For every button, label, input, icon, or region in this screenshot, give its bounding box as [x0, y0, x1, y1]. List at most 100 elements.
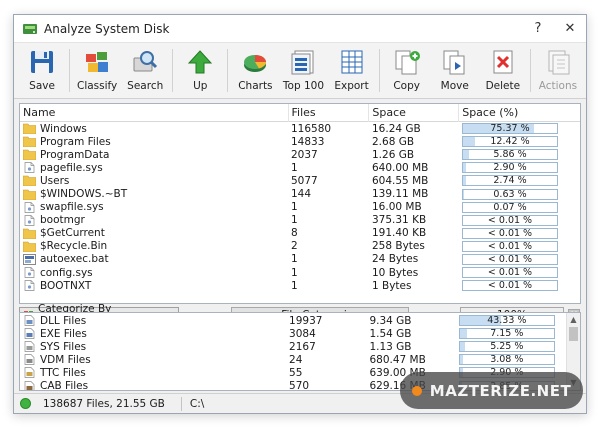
status-summary: 138687 Files, 21.55 GB — [43, 397, 165, 410]
folder-row[interactable]: Program Files 14833 2.68 GB 12.42 % — [20, 135, 580, 148]
folder-row-name: Windows — [40, 122, 87, 135]
close-button[interactable]: ✕ — [554, 15, 586, 43]
folder-row-percent-cell: < 0.01 % — [459, 227, 572, 239]
classify-button[interactable]: Classify — [73, 45, 121, 96]
column-header-name[interactable]: Name — [20, 104, 288, 122]
folder-row-percent-cell: < 0.01 % — [459, 267, 572, 279]
move-button[interactable]: Move — [431, 45, 479, 96]
folder-row-files: 1 — [291, 201, 298, 214]
folder-row-name-cell: Users — [20, 175, 288, 187]
category-row[interactable]: SYS Files 2167 1.13 GB 5.25 % — [20, 340, 568, 353]
space-percent-label: 5.25 % — [490, 341, 524, 353]
folder-row[interactable]: $Recycle.Bin 2 258 Bytes < 0.01 % — [20, 240, 580, 253]
app-disk-icon — [23, 23, 37, 34]
column-header-space-pct[interactable]: Space (%) — [458, 104, 580, 122]
space-percent-label: 2.74 % — [493, 175, 527, 187]
toolbar-separator — [172, 49, 174, 92]
top100-button[interactable]: Top 100 — [279, 45, 327, 96]
space-percent-label: 0.07 % — [493, 201, 527, 213]
category-row-name-cell: VDM Files — [20, 354, 286, 366]
folder-row[interactable]: Users 5077 604.55 MB 2.74 % — [20, 174, 580, 187]
folder-row-name: swapfile.sys — [40, 201, 104, 214]
watermark-badge: MAZTERIZE.NET — [400, 372, 583, 409]
scroll-up-icon[interactable]: ▲ — [567, 313, 580, 327]
folder-row-percent-cell: < 0.01 % — [459, 253, 572, 265]
category-row-percent-cell: 7.15 % — [456, 328, 568, 340]
floppy-disk-icon — [31, 51, 54, 73]
folder-row[interactable]: swapfile.sys 1 16.00 MB 0.07 % — [20, 201, 580, 214]
folder-list[interactable]: Name Files Space Space (%) Windows 116580… — [19, 103, 581, 304]
classify-label: Classify — [76, 80, 118, 92]
space-percent-bar: < 0.01 % — [462, 267, 558, 279]
folder-row-files: 1 — [291, 214, 298, 227]
status-separator — [180, 396, 182, 411]
up-button[interactable]: Up — [176, 45, 224, 96]
space-percent-bar: 75.37 % — [462, 123, 558, 135]
space-percent-label: 43.33 % — [487, 315, 527, 327]
folder-row[interactable]: $WINDOWS.~BT 144 139.11 MB 0.63 % — [20, 187, 580, 200]
folder-row-files: 1 — [291, 161, 298, 174]
category-row-space: 680.47 MB — [369, 353, 426, 366]
folder-row-space: 24 Bytes — [372, 253, 419, 266]
category-row-percent-cell: 3.08 % — [456, 354, 568, 366]
space-percent-label: 7.15 % — [490, 328, 524, 340]
space-percent-label: < 0.01 % — [487, 227, 533, 239]
charts-button[interactable]: Charts — [231, 45, 279, 96]
folder-row-percent-cell: < 0.01 % — [459, 280, 572, 292]
folder-row[interactable]: ProgramData 2037 1.26 GB 5.86 % — [20, 148, 580, 161]
delete-button[interactable]: Delete — [479, 45, 527, 96]
folder-list-header: Name Files Space Space (%) — [20, 104, 580, 122]
folder-row-name-cell: ProgramData — [20, 149, 288, 161]
folder-row-percent-cell: < 0.01 % — [459, 214, 572, 226]
export-button[interactable]: Export — [328, 45, 376, 96]
help-button[interactable]: ? — [522, 15, 554, 43]
analyze-window: Analyze System Disk ? ✕ Save Classify Se… — [13, 14, 587, 414]
up-arrow-icon — [188, 50, 213, 74]
folder-row-space: 375.31 KB — [372, 214, 427, 227]
copy-label: Copy — [393, 80, 420, 92]
folder-row-name-cell: $WINDOWS.~BT — [20, 188, 288, 200]
status-path: C:\ — [189, 397, 205, 410]
column-header-files[interactable]: Files — [287, 104, 369, 122]
actions-label: Actions — [538, 80, 578, 92]
watermark-text: MAZTERIZE.NET — [429, 381, 572, 400]
folder-row[interactable]: Windows 116580 16.24 GB 75.37 % — [20, 122, 580, 135]
move-label: Move — [440, 80, 469, 92]
folder-row-name: ProgramData — [40, 148, 110, 161]
category-row[interactable]: VDM Files 24 680.47 MB 3.08 % — [20, 353, 568, 366]
actions-icon — [548, 50, 570, 75]
folder-row-files: 2 — [291, 240, 298, 253]
toolbar-separator — [378, 49, 380, 92]
category-row[interactable]: EXE Files 3084 1.54 GB 7.15 % — [20, 327, 568, 340]
copy-button[interactable]: Copy — [383, 45, 431, 96]
folder-row[interactable]: config.sys 1 10 Bytes < 0.01 % — [20, 266, 580, 279]
space-percent-bar: 2.90 % — [462, 162, 558, 174]
save-button[interactable]: Save — [18, 45, 66, 96]
actions-button[interactable]: Actions — [534, 45, 582, 96]
category-row-files: 2167 — [289, 340, 316, 353]
folder-row-name: $WINDOWS.~BT — [40, 188, 128, 201]
folder-row[interactable]: pagefile.sys 1 640.00 MB 2.90 % — [20, 161, 580, 174]
category-row[interactable]: DLL Files 19937 9.34 GB 43.33 % — [20, 314, 568, 327]
charts-label: Charts — [238, 80, 273, 92]
category-row-files: 3084 — [289, 327, 316, 340]
space-percent-bar: < 0.01 % — [462, 240, 558, 252]
space-percent-label: < 0.01 % — [487, 214, 533, 226]
folder-row-files: 14833 — [291, 135, 325, 148]
folder-row-name-cell: pagefile.sys — [20, 162, 288, 174]
folder-row-space: 191.40 KB — [372, 227, 427, 240]
folder-row[interactable]: autoexec.bat 1 24 Bytes < 0.01 % — [20, 253, 580, 266]
column-header-space[interactable]: Space — [368, 104, 458, 122]
folder-row[interactable]: $GetCurrent 8 191.40 KB < 0.01 % — [20, 227, 580, 240]
space-percent-bar: 12.42 % — [462, 136, 558, 148]
scroll-thumb[interactable] — [569, 327, 578, 341]
category-row-files: 19937 — [289, 314, 323, 327]
folder-row-space: 1 Bytes — [372, 279, 412, 292]
folder-row[interactable]: BOOTNXT 1 1 Bytes < 0.01 % — [20, 279, 580, 292]
search-button[interactable]: Search — [121, 45, 169, 96]
toolbar-separator — [529, 49, 531, 92]
category-row-name: CAB Files — [40, 380, 89, 391]
folder-row[interactable]: bootmgr 1 375.31 KB < 0.01 % — [20, 214, 580, 227]
folder-row-name-cell: swapfile.sys — [20, 201, 288, 213]
folder-row-space: 258 Bytes — [372, 240, 425, 253]
